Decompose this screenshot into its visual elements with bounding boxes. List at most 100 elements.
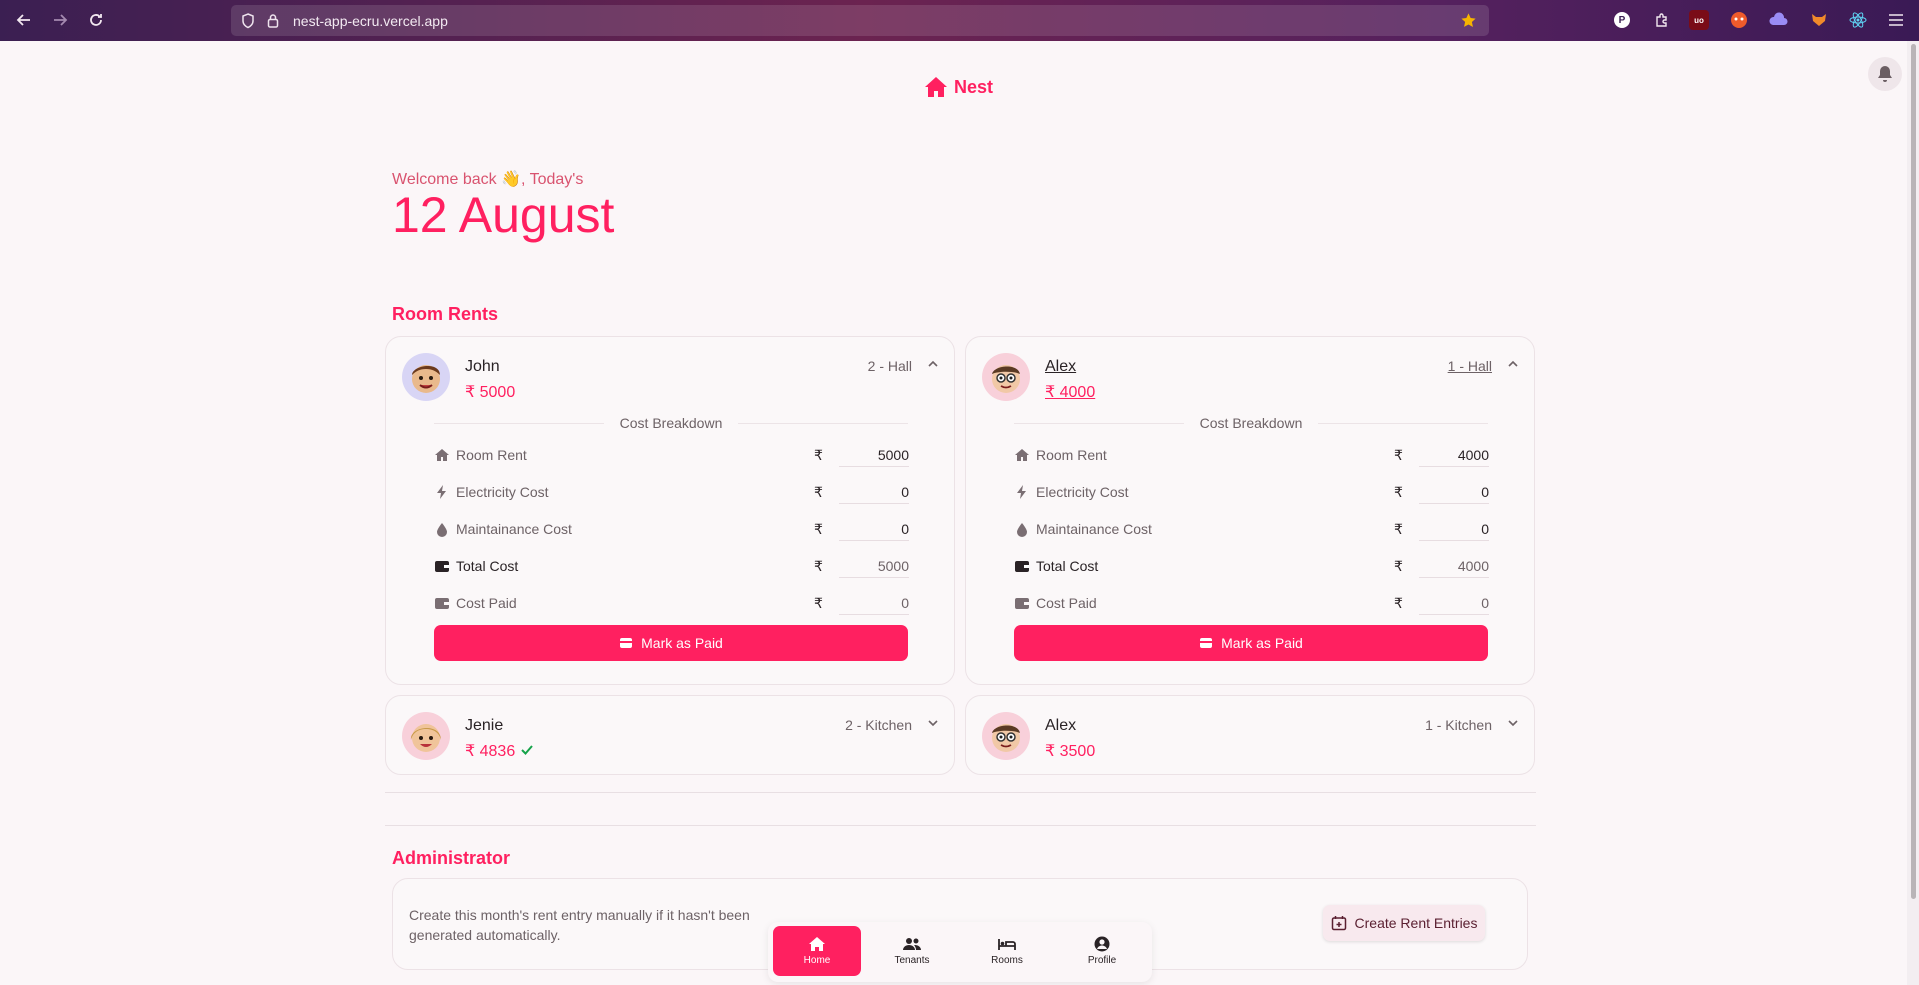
tenant-name[interactable]: Alex [1045,358,1076,376]
reload-icon[interactable] [84,8,108,32]
cost-row-paid: Cost Paid ₹ 0 [434,591,909,615]
bed-icon [998,939,1016,950]
room-label[interactable]: 1 - Hall [1386,358,1492,374]
cost-row-maintenance: Maintainance Cost ₹ 0 [1014,517,1489,541]
divider [1014,423,1184,424]
wallet-icon [435,561,449,572]
back-icon[interactable] [12,8,36,32]
notifications-button[interactable] [1868,57,1902,91]
tenant-name: John [465,358,500,375]
create-rent-entries-button[interactable]: Create Rent Entries [1323,905,1485,941]
scrollbar-thumb[interactable] [1911,44,1916,899]
mark-as-paid-button[interactable]: Mark as Paid [1014,625,1488,661]
chevron-up-icon[interactable] [926,357,940,371]
nav-tenants[interactable]: Tenants [868,926,956,976]
fox-extension-icon[interactable] [1809,10,1829,30]
home-icon [809,937,825,951]
card-icon [620,638,633,648]
chevron-up-icon[interactable] [1506,357,1520,371]
room-label: 2 - Hall [867,358,912,374]
room-rent-value[interactable]: 4000 [1429,447,1489,463]
nav-profile[interactable]: Profile [1058,926,1146,976]
cost-paid-value: 0 [901,595,909,611]
lightning-icon [1017,485,1026,499]
chevron-down-icon[interactable] [926,716,940,730]
lock-icon [267,14,279,28]
droplet-icon [1017,523,1027,537]
avatar [982,712,1030,760]
avatar [402,712,450,760]
url-bar[interactable]: nest-app-ecru.vercel.app [231,5,1489,36]
mark-as-paid-button[interactable]: Mark as Paid [434,625,908,661]
admin-description: Create this month's rent entry manually … [409,907,750,943]
total-cost-value: 4000 [1457,558,1489,574]
room-rent-value[interactable]: 5000 [849,447,909,463]
check-icon [521,745,533,755]
wallet-icon [435,598,449,609]
room-label: 2 - Kitchen [845,717,912,733]
cost-row-room-rent: Room Rent ₹ 5000 [434,443,909,467]
rent-amount: ₹ 5000 [465,384,516,401]
cost-row-electricity: Electricity Cost ₹ 0 [1014,480,1489,504]
section-divider [385,792,1536,793]
cost-row-electricity: Electricity Cost ₹ 0 [434,480,909,504]
wallet-icon [1015,598,1029,609]
users-icon [903,938,921,950]
browser-toolbar: nest-app-ecru.vercel.app P uo [0,0,1919,41]
cost-row-room-rent: Room Rent ₹ 4000 [1014,443,1489,467]
avatar [982,353,1030,401]
rent-amount[interactable]: ₹ 4000 [1045,382,1095,402]
room-label: 1 - Kitchen [1425,717,1492,733]
wallet-icon [1015,561,1029,572]
calendar-plus-icon [1331,916,1346,931]
rent-amount: ₹ 3500 [1045,743,1096,760]
menu-icon[interactable] [1886,10,1906,30]
nav-rooms[interactable]: Rooms [963,926,1051,976]
mask-extension-icon[interactable] [1729,10,1749,30]
rent-card-jenie[interactable]: Jenie ₹ 4836 2 - Kitchen [385,695,955,775]
bell-icon [1878,66,1892,82]
avatar [402,353,450,401]
home-icon [435,449,449,461]
lightning-icon [437,485,446,499]
rent-amount: ₹ 4836 [465,743,516,760]
cost-paid-value: 0 [1481,595,1489,611]
home-logo-icon [925,77,947,97]
forward-icon[interactable] [48,8,72,32]
nav-home[interactable]: Home [773,926,861,976]
tenant-name: Jenie [465,717,504,734]
cost-breakdown-title: Cost Breakdown [1199,415,1303,431]
app-brand[interactable]: Nest [924,76,993,98]
bookmark-star-icon[interactable] [1460,12,1477,29]
section-divider [385,825,1536,826]
room-rents-title: Room Rents [392,304,499,324]
divider [434,423,604,424]
card-icon [1200,638,1213,648]
ublock-icon[interactable]: uo [1689,10,1709,30]
cost-row-total: Total Cost ₹ 5000 [434,554,909,578]
user-circle-icon [1094,936,1110,952]
electricity-value[interactable]: 0 [849,484,909,500]
maintenance-value[interactable]: 0 [1429,521,1489,537]
shield-icon [242,13,254,29]
rent-card-john[interactable]: John ₹ 5000 2 - Hall Cost Breakdown Room… [385,336,955,685]
maintenance-value[interactable]: 0 [849,521,909,537]
total-cost-value: 5000 [877,558,909,574]
administrator-title: Administrator [392,848,511,868]
bottom-nav: Home Tenants Rooms Profile [768,922,1152,982]
cost-row-total: Total Cost ₹ 4000 [1014,554,1489,578]
home-icon [1015,449,1029,461]
react-devtools-icon[interactable] [1848,10,1868,30]
extensions-puzzle-icon[interactable] [1652,10,1672,30]
url-text[interactable]: nest-app-ecru.vercel.app [293,13,448,29]
cost-row-paid: Cost Paid ₹ 0 [1014,591,1489,615]
cost-breakdown-title: Cost Breakdown [619,415,723,431]
rent-card-alex-kitchen[interactable]: Alex ₹ 3500 1 - Kitchen [965,695,1535,775]
rent-card-alex-hall[interactable]: Alex ₹ 4000 1 - Hall Cost Breakdown Room… [965,336,1535,685]
chevron-down-icon[interactable] [1506,716,1520,730]
brand-name: Nest [954,76,994,97]
profile-extension-icon[interactable]: P [1614,12,1630,28]
electricity-value[interactable]: 0 [1429,484,1489,500]
divider [1318,423,1488,424]
cloud-extension-icon[interactable] [1769,10,1789,30]
